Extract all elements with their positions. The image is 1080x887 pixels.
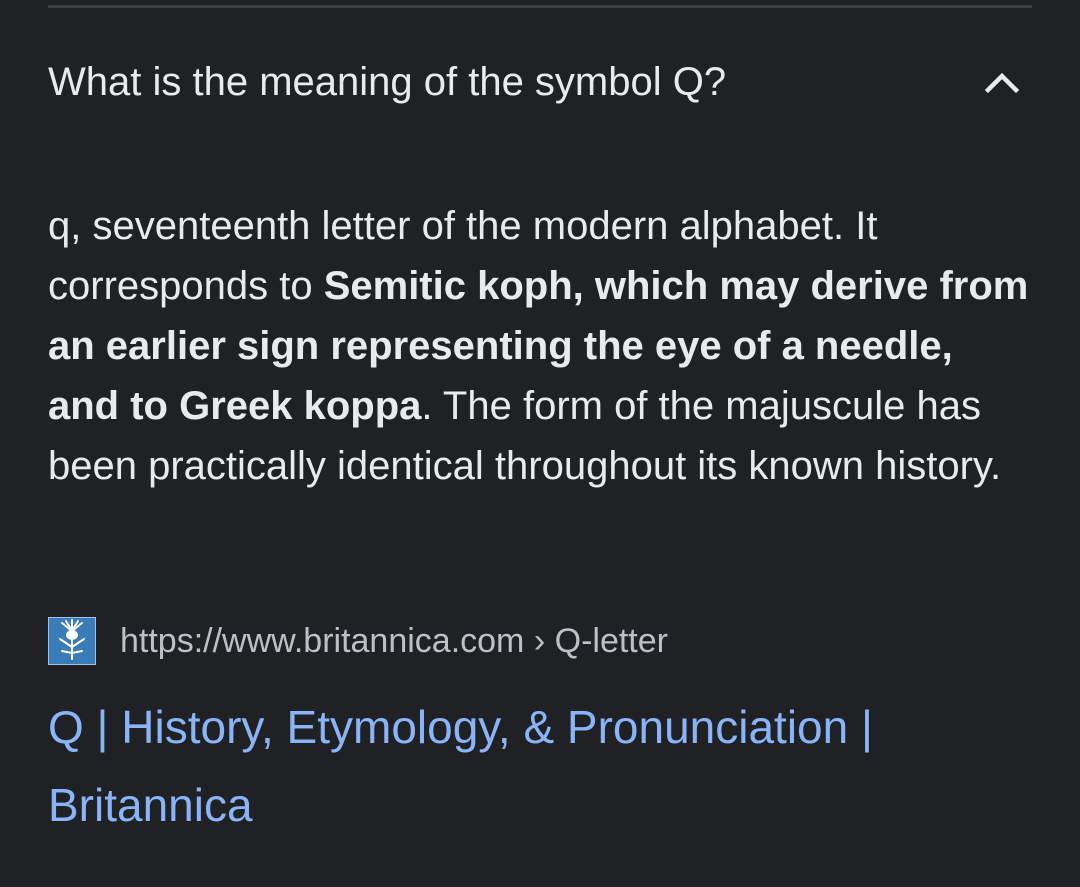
result-title-link[interactable]: Q | History, Etymology, & Pronunciation … [48,688,1032,844]
source-domain: https://www.britannica.com [120,621,525,660]
breadcrumb-separator: › [533,621,546,660]
source-url: https://www.britannica.com › Q-letter [120,622,668,661]
search-result-panel: What is the meaning of the symbol Q? q, … [0,0,1080,887]
source-path: Q-letter [554,621,668,660]
faq-question-text: What is the meaning of the symbol Q? [48,60,727,104]
chevron-up-icon[interactable] [980,60,1024,104]
britannica-thistle-icon [48,617,96,665]
faq-answer: q, seventeenth letter of the modern alph… [48,196,1032,496]
faq-question-toggle[interactable]: What is the meaning of the symbol Q? [48,40,1032,124]
divider [48,5,1032,8]
source-citation[interactable]: https://www.britannica.com › Q-letter [48,617,668,665]
